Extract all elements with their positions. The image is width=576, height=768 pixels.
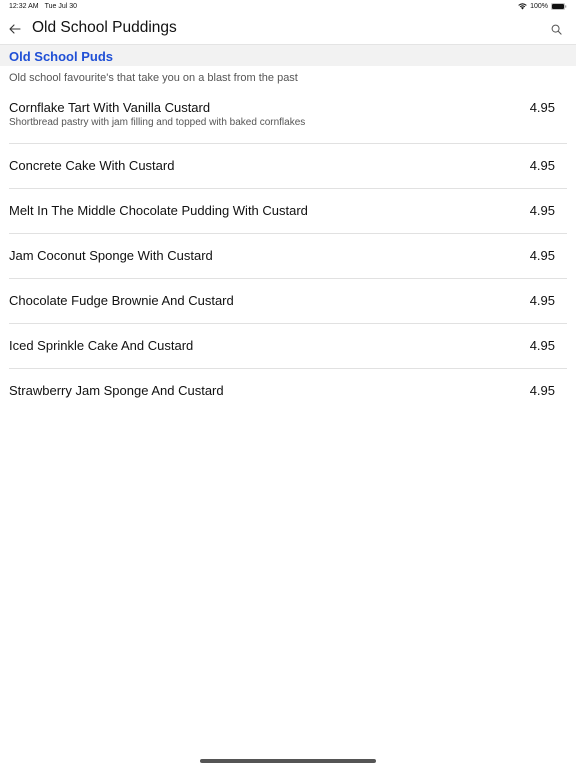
item-name: Jam Coconut Sponge With Custard — [9, 248, 213, 263]
menu-item[interactable]: Concrete Cake With Custard 4.95 — [9, 144, 567, 189]
item-price: 4.95 — [529, 158, 555, 173]
item-name: Chocolate Fudge Brownie And Custard — [9, 293, 234, 308]
status-right: 100% — [518, 3, 567, 10]
menu-item[interactable]: Strawberry Jam Sponge And Custard 4.95 — [9, 369, 567, 413]
item-price: 4.95 — [529, 293, 555, 308]
wifi-icon — [518, 3, 527, 10]
item-name: Concrete Cake With Custard — [9, 158, 175, 173]
item-name: Strawberry Jam Sponge And Custard — [9, 383, 224, 398]
status-left: 12:32 AM Tue Jul 30 — [9, 3, 77, 10]
menu-items-list: Cornflake Tart With Vanilla Custard 4.95… — [0, 96, 576, 413]
category-description: Old school favourite's that take you on … — [9, 72, 298, 84]
home-indicator[interactable] — [200, 759, 376, 763]
menu-item[interactable]: Cornflake Tart With Vanilla Custard 4.95… — [9, 96, 567, 144]
battery-percent: 100% — [530, 3, 548, 10]
item-description: Shortbread pastry with jam filling and t… — [9, 117, 306, 128]
page-title: Old School Puddings — [32, 19, 177, 36]
status-date: Tue Jul 30 — [44, 3, 78, 10]
arrow-left-icon — [9, 24, 21, 34]
nav-bar: Old School Puddings — [0, 14, 576, 45]
status-bar: 12:32 AM Tue Jul 30 100% — [0, 0, 576, 14]
item-name: Iced Sprinkle Cake And Custard — [9, 338, 194, 353]
category-header: Old School Puds — [0, 45, 576, 66]
menu-item[interactable]: Jam Coconut Sponge With Custard 4.95 — [9, 234, 567, 279]
item-name: Melt In The Middle Chocolate Pudding Wit… — [9, 203, 308, 218]
item-price: 4.95 — [529, 248, 555, 263]
back-button[interactable] — [6, 20, 24, 38]
item-price: 4.95 — [529, 203, 555, 218]
item-price: 4.95 — [529, 100, 555, 115]
item-price: 4.95 — [529, 383, 555, 398]
menu-item[interactable]: Melt In The Middle Chocolate Pudding Wit… — [9, 189, 567, 234]
menu-item[interactable]: Chocolate Fudge Brownie And Custard 4.95 — [9, 279, 567, 324]
search-button[interactable] — [548, 21, 564, 37]
category-title: Old School Puds — [9, 49, 114, 64]
status-time: 12:32 AM — [9, 3, 39, 10]
item-price: 4.95 — [529, 338, 555, 353]
battery-icon — [551, 3, 567, 10]
menu-item[interactable]: Iced Sprinkle Cake And Custard 4.95 — [9, 324, 567, 369]
search-icon — [551, 24, 562, 35]
item-name: Cornflake Tart With Vanilla Custard — [9, 100, 211, 115]
